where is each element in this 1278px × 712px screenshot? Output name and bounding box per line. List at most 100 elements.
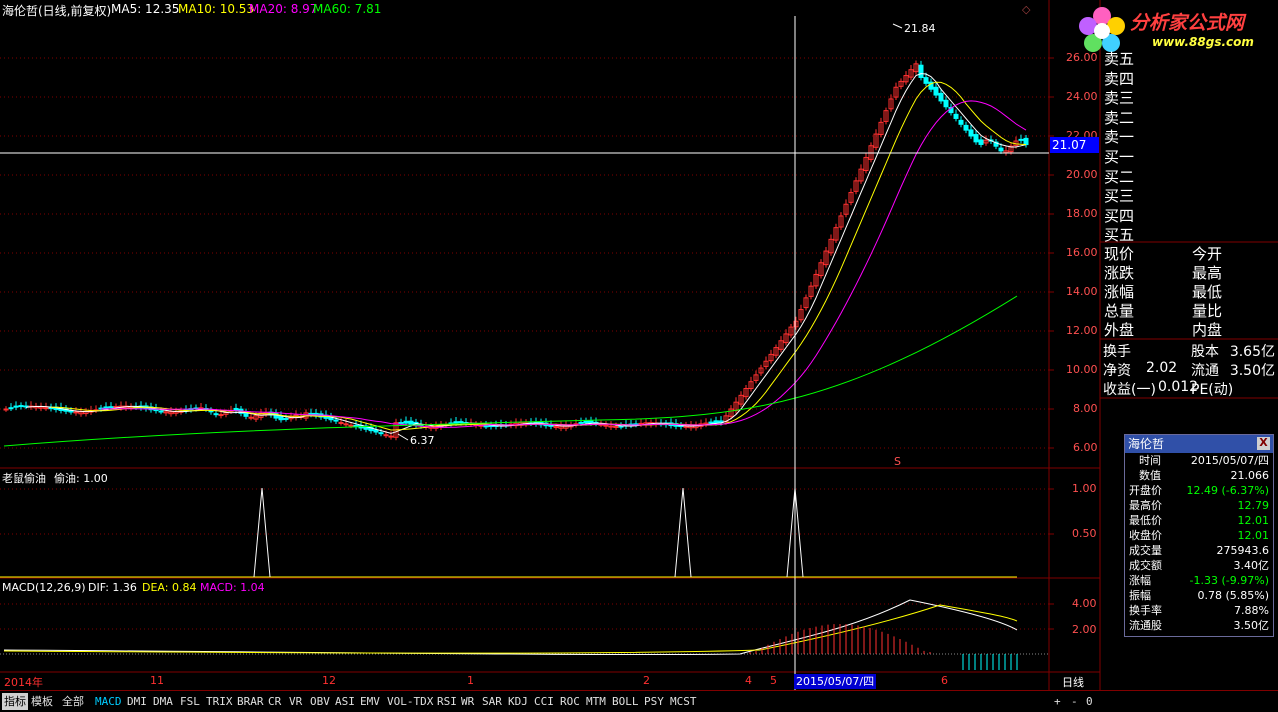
candle-body xyxy=(588,420,594,424)
info-key: 开盘价 xyxy=(1129,484,1162,497)
period-label[interactable]: 日线 xyxy=(1062,674,1084,690)
candle-body xyxy=(953,113,959,119)
candle-body xyxy=(373,429,379,433)
ma60-legend: MA60: 7.81 xyxy=(313,2,382,16)
candle-body xyxy=(713,420,719,424)
quote-label: 今开 xyxy=(1192,245,1223,263)
candle-body xyxy=(973,134,979,143)
info-rows: 时间 2015/05/07/四 数值 21.066 开盘价 12.49 (-6.37%) 最… xyxy=(1125,453,1273,633)
tab-rsi[interactable]: RSI xyxy=(437,693,457,710)
candle-body xyxy=(398,422,404,425)
date-tick: 4 xyxy=(745,674,752,687)
tab-emv[interactable]: EMV xyxy=(360,693,380,710)
candle-body xyxy=(958,119,964,125)
ma20-legend: MA20: 8.97 xyxy=(249,2,318,16)
candle-body xyxy=(108,406,114,409)
candle-body xyxy=(388,435,394,438)
tab-kdj[interactable]: KDJ xyxy=(508,693,528,710)
ma5-legend: MA5: 12.35 xyxy=(111,2,180,16)
quote-label: 内盘 xyxy=(1192,321,1223,339)
tab-asi[interactable]: ASI xyxy=(335,693,355,710)
macd-axis-2: 2.00 xyxy=(1072,623,1097,636)
close-icon[interactable]: X xyxy=(1257,437,1270,450)
net-asset-label: 净资 xyxy=(1103,363,1131,379)
candle-body xyxy=(338,421,344,424)
tab-boll[interactable]: BOLL xyxy=(612,693,639,710)
info-value: 12.01 xyxy=(1237,529,1270,542)
candle-body xyxy=(283,417,289,420)
info-value: 7.88% xyxy=(1234,604,1269,617)
candle-body xyxy=(243,412,249,417)
reset-button[interactable]: 0 xyxy=(1086,693,1093,710)
tab-vr[interactable]: VR xyxy=(289,693,302,710)
tab-sar[interactable]: SAR xyxy=(482,693,502,710)
price-tick: 20.00 xyxy=(1066,168,1098,181)
candle-body xyxy=(483,425,489,428)
info-key: 数值 xyxy=(1139,469,1161,482)
info-row: 流通股 3.50亿 xyxy=(1125,618,1273,633)
tab-fsl[interactable]: FSL xyxy=(180,693,200,710)
tab-obv[interactable]: OBV xyxy=(310,693,330,710)
candle-body xyxy=(603,424,609,427)
info-panel-title[interactable]: 海伦哲 X xyxy=(1125,435,1273,453)
tab-指标[interactable]: 指标 xyxy=(2,693,28,710)
candle-body xyxy=(158,410,164,413)
tab-cci[interactable]: CCI xyxy=(534,693,554,710)
tab-mtm[interactable]: MTM xyxy=(586,693,606,710)
macd-title: MACD(12,26,9) xyxy=(2,581,86,594)
tab-dmi[interactable]: DMI xyxy=(127,693,147,710)
info-value: 2015/05/07/四 xyxy=(1190,454,1269,467)
net-asset-value: 2.02 xyxy=(1146,360,1178,376)
cursor-date: 2015/05/07/四 xyxy=(794,674,877,689)
price-tick: 10.00 xyxy=(1066,363,1098,376)
tab-trix[interactable]: TRIX xyxy=(206,693,233,710)
buy-level-label: 买二 xyxy=(1104,167,1135,186)
candle-body xyxy=(103,406,109,409)
diamond-icon[interactable]: ◇ xyxy=(1022,3,1030,16)
zoom-out-button[interactable]: - xyxy=(1071,693,1078,710)
logo-text: 分析家公式网 xyxy=(1130,12,1245,34)
candle-body xyxy=(1018,138,1024,141)
tab-vol-tdx[interactable]: VOL-TDX xyxy=(387,693,433,710)
tab-wr[interactable]: WR xyxy=(461,693,474,710)
tab-brar[interactable]: BRAR xyxy=(237,693,264,710)
sell-level-label: 卖三 xyxy=(1104,89,1135,107)
date-tick: 12 xyxy=(322,674,336,687)
tab-模板[interactable]: 模板 xyxy=(31,693,53,710)
info-key: 最高价 xyxy=(1129,499,1162,512)
share-capital-label: 股本 xyxy=(1191,344,1219,360)
candle-body xyxy=(978,139,984,145)
candle-body xyxy=(998,147,1004,152)
tab-全部[interactable]: 全部 xyxy=(62,693,84,710)
macd-axis-1: 4.00 xyxy=(1072,597,1097,610)
candle-body xyxy=(18,405,24,408)
candle-body xyxy=(943,99,949,108)
candle-body xyxy=(578,421,584,424)
date-tick: 5 xyxy=(770,674,777,687)
tab-cr[interactable]: CR xyxy=(268,693,281,710)
candle-body xyxy=(378,432,384,435)
ma20-line xyxy=(100,100,1027,428)
flower-logo-icon xyxy=(1078,6,1126,54)
info-key: 换手率 xyxy=(1129,604,1162,617)
zoom-in-button[interactable]: + xyxy=(1054,693,1061,710)
tab-roc[interactable]: ROC xyxy=(560,693,580,710)
tab-dma[interactable]: DMA xyxy=(153,693,173,710)
candle-body xyxy=(13,405,19,408)
quote-label: 总量 xyxy=(1104,302,1135,320)
info-row: 开盘价 12.49 (-6.37%) xyxy=(1125,483,1273,498)
candle-body xyxy=(278,415,284,421)
info-key: 最低价 xyxy=(1129,514,1162,527)
info-value: 12.49 (-6.37%) xyxy=(1186,484,1269,497)
tab-psy[interactable]: PSY xyxy=(644,693,664,710)
indicator1-spike xyxy=(253,487,271,578)
tab-macd[interactable]: MACD xyxy=(95,693,122,710)
price-tick: 24.00 xyxy=(1066,90,1098,103)
date-tick: 2 xyxy=(643,674,650,687)
info-row: 最高价 12.79 xyxy=(1125,498,1273,513)
price-tick: 6.00 xyxy=(1073,441,1098,454)
tab-mcst[interactable]: MCST xyxy=(670,693,697,710)
eps-label: 收益(一) xyxy=(1103,382,1156,398)
info-panel[interactable]: 海伦哲 X 时间 2015/05/07/四 数值 21.066 开盘价 12.49 (-6… xyxy=(1124,434,1274,637)
indicator1-value: 偷油: 1.00 xyxy=(54,472,108,485)
